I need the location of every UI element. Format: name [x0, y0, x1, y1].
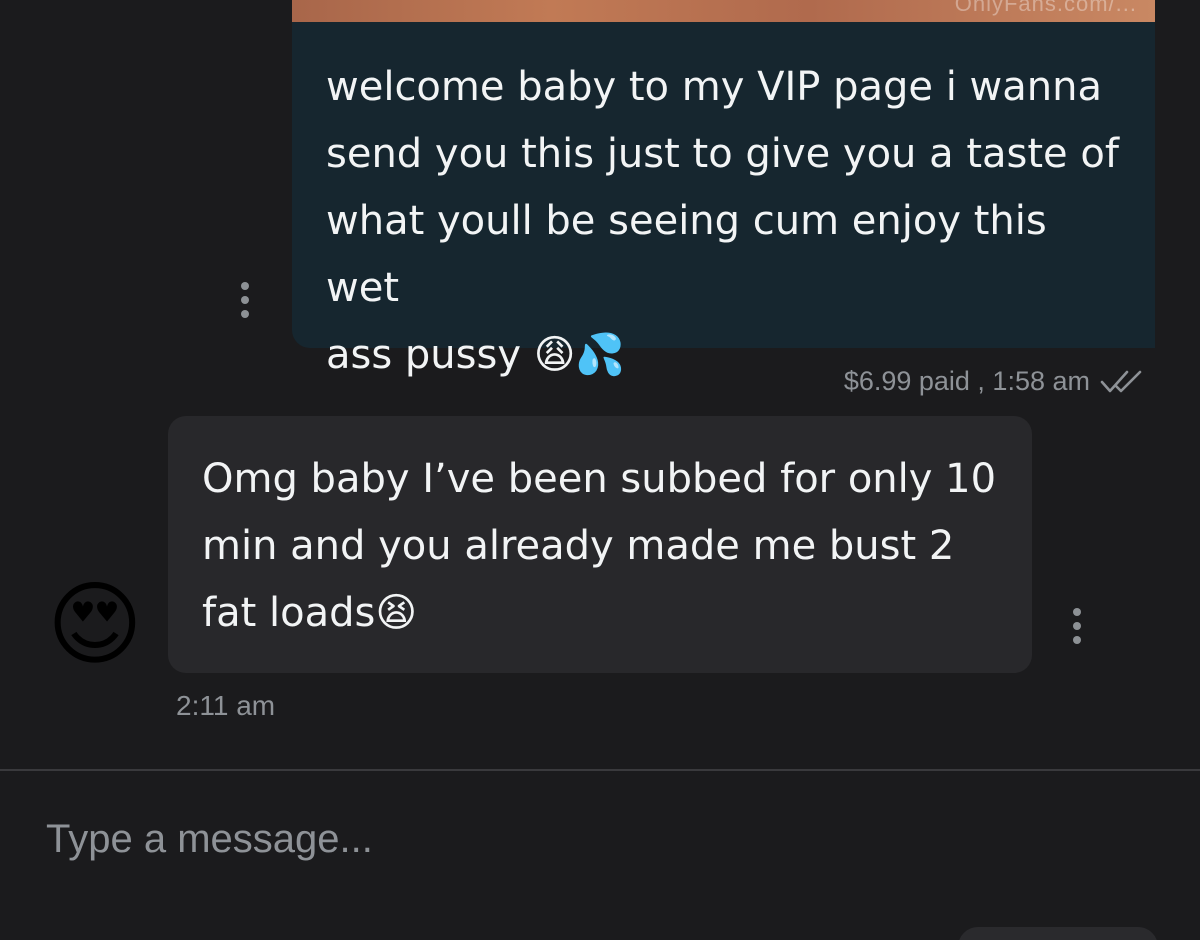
- chat-screen: OnlyFans.com/... welcome baby to my VIP …: [0, 0, 1200, 940]
- double-check-icon: [1100, 370, 1142, 392]
- received-message-text: Omg baby I’ve been subbed for only 10 mi…: [202, 456, 997, 636]
- sent-message-more-icon[interactable]: [240, 282, 250, 318]
- sent-message-meta: $6.99 paid , 1:58 am: [844, 366, 1148, 397]
- received-message-bubble[interactable]: Omg baby I’ve been subbed for only 10 mi…: [168, 416, 1032, 673]
- received-message-time: 2:11 am: [176, 690, 276, 721]
- media-preview[interactable]: OnlyFans.com/...: [292, 0, 1155, 22]
- composer-action-button[interactable]: [958, 927, 1158, 940]
- message-composer: [0, 771, 1200, 940]
- received-message-more-icon[interactable]: [1072, 608, 1082, 644]
- sent-message-bubble[interactable]: welcome baby to my VIP page i wanna send…: [292, 22, 1155, 378]
- avatar[interactable]: 😍: [42, 572, 148, 678]
- sent-message-text: welcome baby to my VIP page i wanna send…: [326, 64, 1119, 378]
- message-input[interactable]: [46, 809, 1046, 869]
- sent-message-status: $6.99 paid , 1:58 am: [843, 366, 1090, 396]
- media-watermark: OnlyFans.com/...: [954, 0, 1137, 16]
